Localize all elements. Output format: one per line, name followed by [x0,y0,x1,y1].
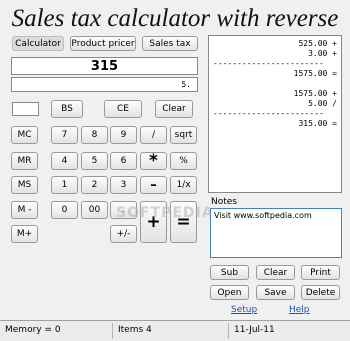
tape-line [213,79,337,89]
open-button[interactable]: Open [210,285,249,300]
digit-7-button[interactable]: 7 [51,126,78,144]
setup-link[interactable]: Setup [231,305,257,315]
tab-calculator[interactable]: Calculator [12,36,64,51]
secondary-display: 5. [11,77,198,92]
delete-button[interactable]: Delete [301,285,340,300]
memory-recall-button[interactable]: MR [11,152,38,170]
tape-line: 5.00 / [308,99,337,108]
reciprocal-button[interactable]: 1/x [170,176,197,194]
items-status: Items 4 [118,325,152,335]
watermark: SOFTPEDIA [116,205,214,221]
tab-product-pricer[interactable]: Product pricer [70,36,136,51]
clear-button[interactable]: Clear [155,100,193,118]
date-status: 11-Jul-11 [234,325,275,335]
multiply-button[interactable]: * [140,151,167,171]
status-divider [112,323,113,339]
app-title: Sales tax calculator with reverse [11,5,339,32]
digit-6-button[interactable]: 6 [110,152,137,170]
tape-output: 525.00 + 3.00 + ----------------------- … [208,35,342,193]
tape-line: 3.00 + [308,49,337,58]
status-divider [228,323,229,339]
minus-button[interactable]: – [140,176,167,194]
tape-separator: ----------------------- [213,109,324,118]
divide-button[interactable]: / [140,126,167,144]
digit-5-button[interactable]: 5 [81,152,108,170]
status-bar: Memory = 0 Items 4 11-Jul-11 [0,320,350,341]
plus-minus-button[interactable]: +/- [110,225,137,243]
tab-sales-tax[interactable]: Sales tax [142,36,198,51]
digit-0-button[interactable]: 0 [51,201,78,219]
tape-line: 1575.00 + [293,89,337,98]
notes-textarea[interactable]: Visit www.softpedia.com [210,208,342,258]
memory-clear-button[interactable]: MC [11,126,38,144]
memory-indicator [12,102,39,116]
tape-line: 315.00 = [298,119,337,128]
double-zero-button[interactable]: 00 [81,201,108,219]
print-button[interactable]: Print [301,265,340,280]
tape-line: 1575.00 = [293,69,337,78]
notes-label: Notes [211,197,237,207]
digit-9-button[interactable]: 9 [110,126,137,144]
main-display: 315 [11,57,198,75]
tape-separator: ----------------------- [213,59,324,68]
memory-store-button[interactable]: MS [11,176,38,194]
clear-entry-button[interactable]: CE [104,100,142,118]
tape-line: 525.00 + [298,39,337,48]
digit-4-button[interactable]: 4 [51,152,78,170]
digit-8-button[interactable]: 8 [81,126,108,144]
help-link[interactable]: Help [289,305,310,315]
sqrt-button[interactable]: sqrt [170,126,197,144]
memory-add-button[interactable]: M+ [11,225,38,243]
backspace-button[interactable]: BS [51,100,83,118]
digit-1-button[interactable]: 1 [51,176,78,194]
memory-subtract-button[interactable]: M - [11,201,38,219]
digit-2-button[interactable]: 2 [81,176,108,194]
save-button[interactable]: Save [256,285,295,300]
memory-status: Memory = 0 [5,325,61,335]
sub-button[interactable]: Sub [210,265,249,280]
tape-clear-button[interactable]: Clear [256,265,295,280]
percent-button[interactable]: % [170,152,197,170]
digit-3-button[interactable]: 3 [110,176,137,194]
